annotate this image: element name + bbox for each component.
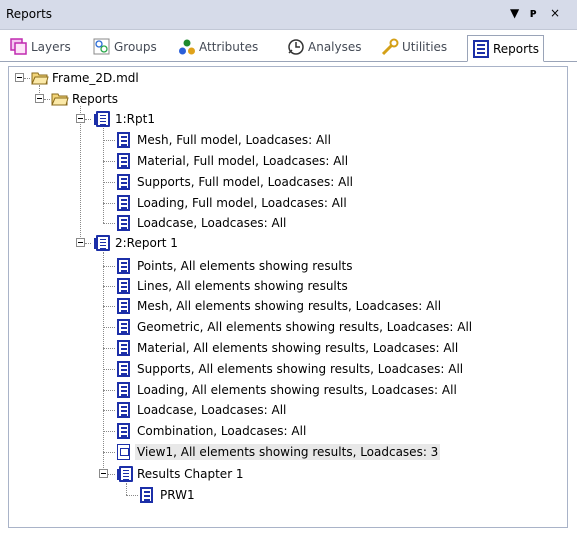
report-page-icon xyxy=(117,382,130,398)
tab-utilities[interactable]: Utilities xyxy=(381,34,447,60)
report-book-icon xyxy=(94,235,110,251)
report-page-icon xyxy=(117,153,130,169)
tab-attributes-label: Attributes xyxy=(199,40,259,54)
tab-groups-label: Groups xyxy=(114,40,157,54)
report2-item[interactable]: Material, All elements showing results, … xyxy=(135,340,460,356)
tab-layers[interactable]: Layers xyxy=(10,34,71,60)
tree-reports-folder-label[interactable]: Reports xyxy=(70,91,120,107)
report-page-icon xyxy=(117,278,130,294)
tab-groups[interactable]: Groups xyxy=(93,34,157,60)
tab-reports[interactable]: Reports xyxy=(467,35,545,62)
report-page-icon xyxy=(117,402,130,418)
tab-analyses-label: Analyses xyxy=(308,40,362,54)
analyses-icon xyxy=(287,38,305,56)
tree-report1-label[interactable]: 1:Rpt1 xyxy=(113,111,157,127)
layers-icon xyxy=(10,38,28,56)
tab-utilities-label: Utilities xyxy=(402,40,448,54)
report-page-icon xyxy=(117,174,130,190)
tab-reports-label: Reports xyxy=(493,41,540,56)
panel-close-button[interactable]: × xyxy=(550,6,560,20)
root-collapse-toggle[interactable] xyxy=(15,73,24,82)
report-page-icon xyxy=(140,487,153,503)
report1-item[interactable]: Loading, Full model, Loadcases: All xyxy=(135,195,349,211)
report-page-icon xyxy=(117,319,130,335)
report2-item[interactable]: Mesh, All elements showing results, Load… xyxy=(135,298,443,314)
report2-item-selected[interactable]: View1, All elements showing results, Loa… xyxy=(135,444,441,460)
panel-menu-button[interactable]: ▼ xyxy=(510,6,519,20)
report-page-icon xyxy=(117,195,130,211)
report-page-icon xyxy=(117,361,130,377)
report-page-icon xyxy=(117,423,130,439)
reports-folder-collapse-toggle[interactable] xyxy=(35,94,44,103)
report1-collapse-toggle[interactable] xyxy=(76,114,85,123)
report1-item[interactable]: Mesh, Full model, Loadcases: All xyxy=(135,132,333,148)
report2-item[interactable]: Points, All elements showing results xyxy=(135,258,355,274)
panel-pin-button[interactable]: ᴘ xyxy=(530,6,537,20)
panel-titlebar: Reports ▼ ᴘ × xyxy=(0,0,577,30)
report2-item[interactable]: Loadcase, Loadcases: All xyxy=(135,402,288,418)
tab-layers-label: Layers xyxy=(31,40,71,54)
report-page-icon xyxy=(117,132,130,148)
report-page-icon xyxy=(117,258,130,274)
report2-item[interactable]: Combination, Loadcases: All xyxy=(135,423,308,439)
tree-report2-label[interactable]: 2:Report 1 xyxy=(113,235,180,251)
tree-root-label[interactable]: Frame_2D.mdl xyxy=(50,70,141,86)
reports-icon xyxy=(472,39,490,58)
tree-chapter-label[interactable]: Results Chapter 1 xyxy=(135,466,246,482)
report2-item[interactable]: Supports, All elements showing results, … xyxy=(135,361,465,377)
chapter-item[interactable]: PRW1 xyxy=(158,487,197,503)
report1-item[interactable]: Material, Full model, Loadcases: All xyxy=(135,153,350,169)
view-page-icon xyxy=(117,444,130,460)
tab-analyses[interactable]: Analyses xyxy=(287,34,362,60)
utilities-icon xyxy=(381,38,399,56)
reports-tree[interactable]: Frame_2D.mdl Reports 1:Rpt1 Mesh, Full m… xyxy=(8,66,568,528)
chapter-collapse-toggle[interactable] xyxy=(99,469,108,478)
report-page-icon xyxy=(117,215,130,231)
attributes-icon xyxy=(178,38,196,56)
report2-item[interactable]: Geometric, All elements showing results,… xyxy=(135,319,474,335)
panel-title: Reports xyxy=(6,7,53,21)
tab-strip: Layers Groups Attributes Analyses Utilit… xyxy=(0,30,577,62)
chapter-book-icon xyxy=(117,466,133,482)
report2-item[interactable]: Lines, All elements showing results xyxy=(135,278,350,294)
report1-item[interactable]: Loadcase, Loadcases: All xyxy=(135,215,288,231)
folder-open-icon xyxy=(31,72,49,85)
report-page-icon xyxy=(117,340,130,356)
report-page-icon xyxy=(117,298,130,314)
report-book-icon xyxy=(94,111,110,127)
tab-attributes[interactable]: Attributes xyxy=(178,34,258,60)
report2-item[interactable]: Loading, All elements showing results, L… xyxy=(135,382,459,398)
report2-collapse-toggle[interactable] xyxy=(76,238,85,247)
folder-open-icon xyxy=(51,93,69,106)
groups-icon xyxy=(93,38,111,56)
report1-item[interactable]: Supports, Full model, Loadcases: All xyxy=(135,174,355,190)
